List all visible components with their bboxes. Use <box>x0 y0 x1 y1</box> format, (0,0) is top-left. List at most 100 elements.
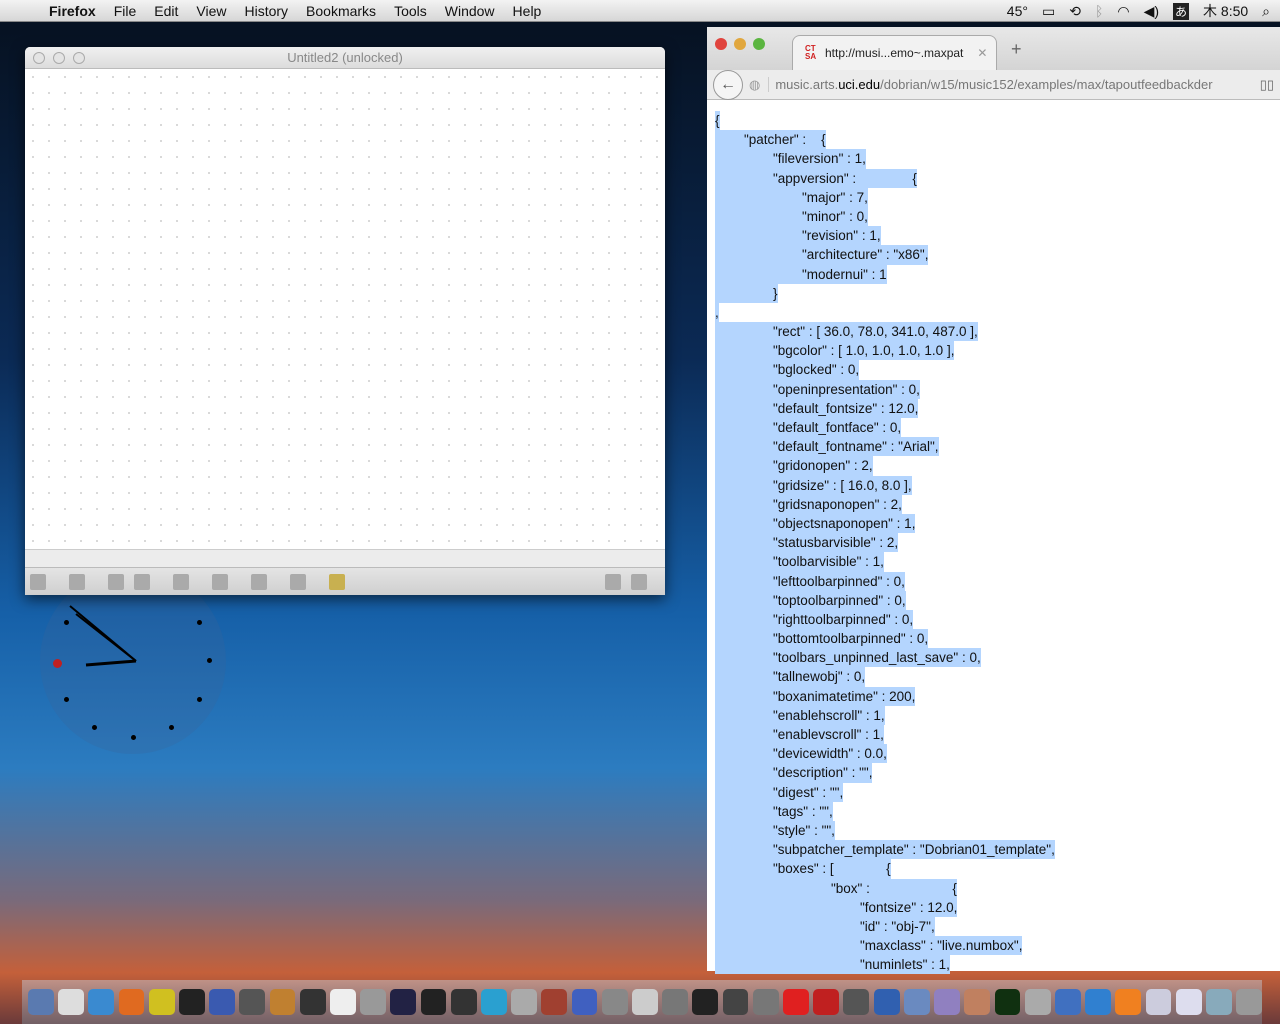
dock-app-icon[interactable] <box>88 989 115 1015</box>
browser-minimize-button[interactable] <box>734 38 746 50</box>
dock-app-icon[interactable] <box>692 989 719 1015</box>
patcher-canvas[interactable] <box>25 69 665 549</box>
dock-app-icon[interactable] <box>330 989 356 1015</box>
wifi-icon[interactable]: ◠ <box>1117 3 1129 20</box>
back-button[interactable]: ← <box>713 69 743 100</box>
debug-icon[interactable] <box>173 574 189 590</box>
tab-maxpat[interactable]: CT SA http://musi...emo~.maxpat ✕ <box>792 35 997 70</box>
max-title-bar[interactable]: Untitled2 (unlocked) <box>25 47 665 69</box>
dock-app-icon[interactable] <box>269 989 296 1015</box>
code-line: "default_fontname" : "Arial", <box>715 437 1055 457</box>
toggle-statusbar-icon[interactable] <box>605 574 621 590</box>
dock-app-icon[interactable] <box>1145 989 1172 1015</box>
dock-app-icon[interactable] <box>28 989 54 1015</box>
dock-app-icon[interactable] <box>994 989 1021 1015</box>
menu-bookmarks[interactable]: Bookmarks <box>297 3 385 19</box>
menu-view[interactable]: View <box>187 3 235 19</box>
dock-app-icon[interactable] <box>571 989 598 1015</box>
dock-app-icon[interactable] <box>1024 989 1051 1015</box>
clock-hands <box>69 605 137 667</box>
patcher-status-bar <box>25 549 665 567</box>
close-view-icon[interactable] <box>134 574 150 590</box>
temperature-readout[interactable]: 45° <box>1007 3 1028 19</box>
display-icon[interactable]: ▭ <box>1042 3 1055 20</box>
dock-app-icon[interactable] <box>299 989 326 1015</box>
dock-app-icon[interactable] <box>58 989 85 1015</box>
dock-app-icon[interactable] <box>1175 989 1202 1015</box>
dock-app-icon[interactable] <box>934 989 960 1015</box>
spotlight-icon[interactable]: ⌕ <box>1262 3 1270 20</box>
new-view-icon[interactable] <box>108 574 124 590</box>
volume-icon[interactable]: ◀) <box>1144 3 1159 20</box>
menu-window[interactable]: Window <box>436 3 504 19</box>
lock-icon[interactable] <box>30 574 46 590</box>
dock-app-icon[interactable] <box>903 989 930 1015</box>
menu-tools[interactable]: Tools <box>385 3 436 19</box>
menu-clock[interactable]: 木 8:50 <box>1203 1 1248 21</box>
dock-app-icon[interactable] <box>964 989 991 1015</box>
dock-app-icon[interactable] <box>118 989 145 1015</box>
menu-help[interactable]: Help <box>504 3 551 19</box>
grid-icon[interactable] <box>290 574 306 590</box>
browser-close-button[interactable] <box>715 38 727 50</box>
code-line: "default_fontsize" : 12.0, <box>715 398 1055 419</box>
dock-app-icon[interactable] <box>722 989 749 1015</box>
dock-app-icon[interactable] <box>390 989 417 1015</box>
dock-app-icon[interactable] <box>752 989 779 1015</box>
menu-app-name[interactable]: Firefox <box>40 3 105 19</box>
menu-file[interactable]: File <box>105 3 146 19</box>
toggle-sidebar-icon[interactable] <box>631 574 647 590</box>
reader-view-icon[interactable]: ▯▯ <box>1260 77 1274 93</box>
code-line-text: "appversion" : { <box>715 168 917 188</box>
code-line: "enablevscroll" : 1, <box>715 725 1055 745</box>
dock-app-icon[interactable] <box>813 989 840 1015</box>
dock-app-icon[interactable] <box>360 989 387 1015</box>
dock-app-icon[interactable] <box>1236 989 1262 1015</box>
dock-app-icon[interactable] <box>1115 989 1142 1015</box>
dock-app-icon[interactable] <box>662 989 689 1015</box>
browser-zoom-button[interactable] <box>753 38 765 50</box>
new-tab-button[interactable]: + <box>1011 39 1022 60</box>
dock-app-icon[interactable] <box>481 989 507 1015</box>
menu-history[interactable]: History <box>235 3 297 19</box>
dock-app-icon[interactable] <box>843 989 870 1015</box>
dock-app-icon[interactable] <box>1205 989 1232 1015</box>
close-button[interactable] <box>33 52 45 64</box>
dock-app-icon[interactable] <box>1054 989 1081 1015</box>
dock-app-icon[interactable] <box>239 989 266 1015</box>
dock-app-icon[interactable] <box>148 989 175 1015</box>
dock-app-icon[interactable] <box>632 989 658 1015</box>
dock-app-icon[interactable] <box>1085 989 1111 1015</box>
tab-close-icon[interactable]: ✕ <box>977 46 987 60</box>
code-line: "major" : 7, <box>715 187 1055 207</box>
menu-edit[interactable]: Edit <box>145 3 187 19</box>
code-line: "boxes" : [ { <box>715 859 1055 879</box>
time-machine-icon[interactable]: ⟲ <box>1069 3 1081 20</box>
dock-app-icon[interactable] <box>783 989 809 1015</box>
info-icon[interactable] <box>212 574 228 590</box>
code-line: "maxclass" : "live.numbox", <box>715 936 1055 956</box>
json-content[interactable]: {"patcher" : {"fileversion" : 1, "appvers… <box>715 111 1055 975</box>
input-method-icon[interactable]: あ <box>1173 2 1190 20</box>
minimize-button[interactable] <box>53 52 65 64</box>
dock-app-icon[interactable] <box>179 989 205 1015</box>
connect-icon[interactable] <box>251 574 267 590</box>
code-line-text: "numinlets" : 1, <box>715 955 950 975</box>
code-line: "boxanimatetime" : 200, <box>715 686 1055 706</box>
dock-app-icon[interactable] <box>511 989 538 1015</box>
dock-app-icon[interactable] <box>601 989 628 1015</box>
url-bar[interactable]: music.arts.uci.edu/dobrian/w15/music152/… <box>768 77 1238 92</box>
code-line-text: "patcher" : { <box>715 130 826 150</box>
code-line-text: "subpatcher_template" : "Dobrian01_templ… <box>715 840 1055 860</box>
bluetooth-icon[interactable]: ᛒ <box>1095 3 1103 19</box>
dock-app-icon[interactable] <box>450 989 477 1015</box>
dock-app-icon[interactable] <box>541 989 568 1015</box>
code-line-text: "righttoolbarpinned" : 0, <box>715 609 914 630</box>
presentation-icon[interactable] <box>69 574 85 590</box>
snap-icon[interactable] <box>329 574 345 590</box>
dock-app-icon[interactable] <box>873 989 900 1015</box>
url-path: /dobrian/w15/music152/examples/max/tapou… <box>880 77 1213 92</box>
dock-app-icon[interactable] <box>420 989 447 1015</box>
zoom-button[interactable] <box>73 52 85 64</box>
dock-app-icon[interactable] <box>209 989 236 1015</box>
